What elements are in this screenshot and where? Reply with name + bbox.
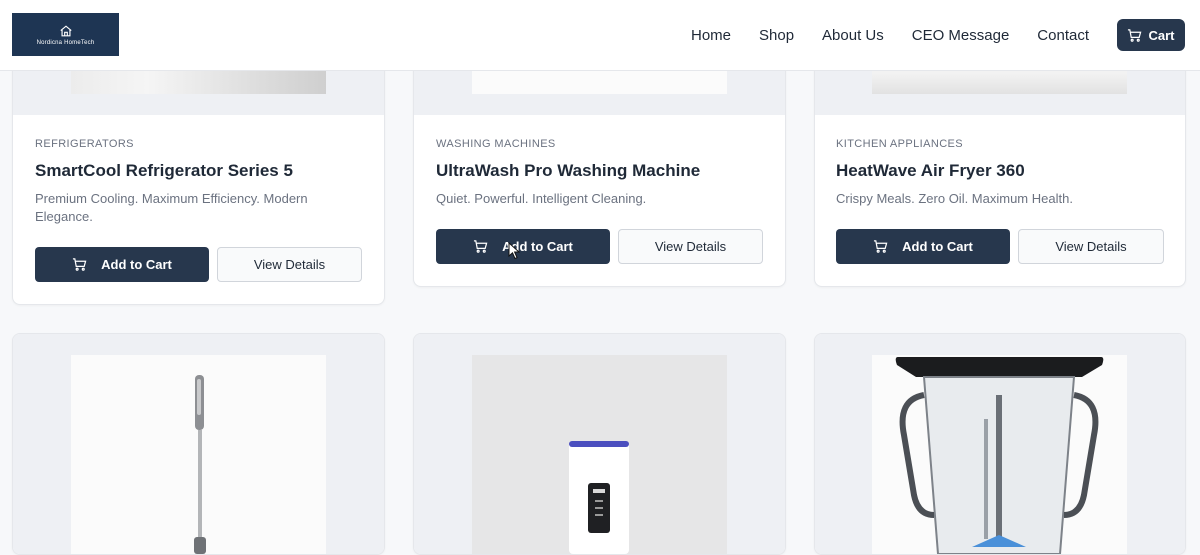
brand-logo[interactable]: Nordicna HomeTech [12,13,119,56]
add-to-cart-label: Add to Cart [902,239,973,254]
product-card [814,333,1186,555]
view-details-label: View Details [654,239,727,254]
stick-vacuum-illustration [194,375,206,554]
blender-image [872,355,1127,554]
cart-icon [1128,28,1142,42]
cart-icon [73,258,87,271]
product-category: REFRIGERATORS [35,138,134,150]
product-title: UltraWash Pro Washing Machine [436,161,701,180]
nav-ceo-message[interactable]: CEO Message [912,27,1010,44]
cart-icon [874,240,888,253]
add-to-cart-button[interactable]: Add to Cart [35,247,209,282]
product-image-area [13,334,384,554]
blender-illustration [895,357,1104,554]
home-icon [59,24,72,36]
product-title: SmartCool Refrigerator Series 5 [35,161,293,180]
air-purifier-image [472,355,727,554]
product-card [12,333,385,555]
brand-name: Nordicna HomeTech [36,39,95,46]
product-card [413,333,786,555]
vacuum-image [71,355,326,554]
add-to-cart-button[interactable]: Add to Cart [436,229,610,264]
view-details-button[interactable]: View Details [618,229,763,264]
product-title: HeatWave Air Fryer 360 [836,161,1025,180]
product-description: Quiet. Powerful. Intelligent Cleaning. [436,191,647,206]
product-description: Premium Cooling. Maximum Efficiency. Mod… [35,191,308,224]
product-image-area [815,334,1185,554]
air-purifier-illustration [569,441,629,554]
main-nav: Home Shop About Us CEO Message Contact C… [691,0,1185,70]
cart-button[interactable]: Cart [1117,19,1185,51]
cart-label: Cart [1148,27,1175,43]
cart-icon [474,240,488,253]
product-category: WASHING MACHINES [436,138,556,150]
view-details-button[interactable]: View Details [1018,229,1164,264]
product-image-area [414,334,785,554]
view-details-button[interactable]: View Details [217,247,362,282]
add-to-cart-label: Add to Cart [101,257,172,272]
nav-home[interactable]: Home [691,27,731,44]
nav-about-us[interactable]: About Us [822,27,884,44]
product-category: KITCHEN APPLIANCES [836,138,964,150]
view-details-label: View Details [1055,239,1127,254]
view-details-label: View Details [253,257,326,272]
nav-contact[interactable]: Contact [1037,27,1089,44]
product-description: Crispy Meals. Zero Oil. Maximum Health. [836,191,1073,206]
site-header: Nordicna HomeTech Home Shop About Us CEO… [0,0,1200,71]
nav-shop[interactable]: Shop [759,27,794,44]
mouse-cursor-icon [508,242,520,260]
add-to-cart-button[interactable]: Add to Cart [836,229,1010,264]
